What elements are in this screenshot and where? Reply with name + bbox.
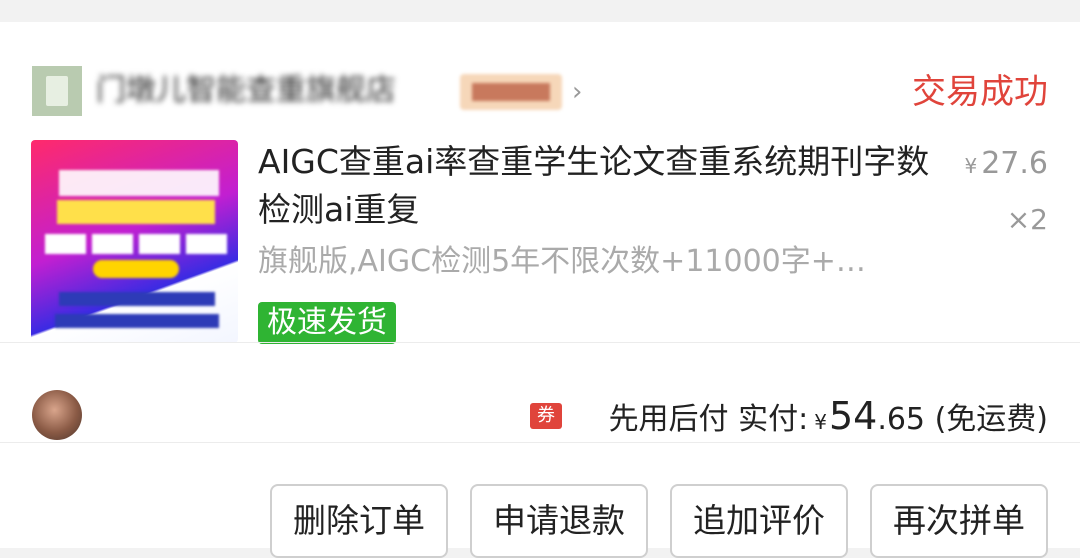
order-actions: 删除订单 申请退款 追加评价 再次拼单: [270, 484, 1048, 558]
payment-summary: 先用后付 实付: ¥54.65 (免运费): [609, 394, 1048, 438]
shop-name[interactable]: 门墩儿智能查重旗舰店: [96, 72, 452, 110]
shop-badge: [460, 74, 562, 110]
currency-symbol: ¥: [964, 154, 978, 178]
amount-decimal: .65: [877, 402, 926, 437]
coupon-icon: 券: [530, 403, 562, 429]
price-value: 27.6: [981, 146, 1048, 181]
reorder-button[interactable]: 再次拼单: [870, 484, 1048, 558]
shipping-note: (免运费): [934, 402, 1048, 437]
order-status: 交易成功: [912, 72, 1048, 112]
product-price: ¥27.6: [964, 146, 1048, 184]
request-refund-button[interactable]: 申请退款: [470, 484, 648, 558]
product-title[interactable]: AIGC查重ai率查重学生论文查重系统期刊字数检测ai重复: [258, 138, 938, 234]
paid-label: 实付:: [738, 402, 809, 437]
amount-integer: 54: [828, 394, 878, 438]
currency-symbol: ¥: [814, 410, 827, 434]
add-review-button[interactable]: 追加评价: [670, 484, 848, 558]
product-thumbnail[interactable]: [31, 140, 238, 343]
order-card[interactable]: 门墩儿智能查重旗舰店 › 交易成功 AIGC查重ai率查重学生论文查重系统期刊字…: [0, 22, 1080, 558]
product-quantity: ×2: [1006, 203, 1048, 236]
pay-later-label: 先用后付: [608, 402, 729, 437]
shop-logo[interactable]: [32, 66, 82, 116]
divider: [0, 442, 1080, 443]
product-image: [31, 140, 238, 343]
delete-order-button[interactable]: 删除订单: [270, 484, 448, 558]
product-spec: 旗舰版,AIGC检测5年不限次数+11000字+…: [258, 244, 866, 279]
fast-shipping-tag: 极速发货: [258, 302, 396, 344]
avatar[interactable]: [32, 390, 82, 440]
chevron-right-icon[interactable]: ›: [572, 78, 582, 106]
divider: [0, 342, 1080, 343]
